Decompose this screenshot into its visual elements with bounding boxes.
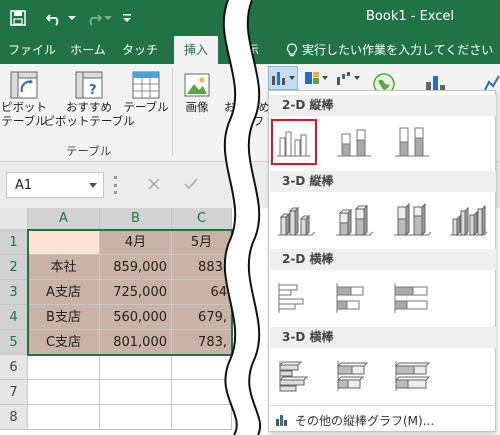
3d-clustered-bar-option[interactable] [273, 353, 319, 399]
3d-stacked-bar-option[interactable] [331, 353, 377, 399]
3d-clustered-column-icon [278, 206, 316, 237]
3d-clustered-bar-icon [278, 361, 309, 392]
column-chart-gallery: 2-D 縦棒 3-D 縦棒 2-D 横棒 3-D 横棒 その他の縦棒グラフ(M)… [268, 90, 496, 432]
3d-stacked-column-option[interactable] [331, 197, 377, 243]
more-column-charts-link[interactable]: その他の縦棒グラフ(M)... [275, 410, 434, 430]
3d-clustered-column-option[interactable] [273, 197, 319, 243]
3d-percent-stacked-bar-option[interactable] [389, 353, 435, 399]
stacked-bar-option[interactable] [331, 275, 377, 321]
3d-percent-stacked-column-option[interactable] [389, 197, 435, 243]
clustered-column-icon [277, 131, 311, 157]
more-column-charts-label: その他の縦棒グラフ(M)... [295, 413, 435, 428]
menu-divider [270, 405, 494, 406]
percent-stacked-bar-option[interactable] [389, 275, 435, 321]
3d-column-icon [450, 204, 488, 237]
percent-stacked-bar-icon [394, 283, 428, 313]
3d-column-option[interactable] [445, 197, 491, 243]
stacked-column-icon [337, 129, 371, 157]
clustered-bar-icon [278, 283, 304, 313]
3d-percent-stacked-bar-icon [394, 361, 431, 391]
3d-percent-stacked-column-icon [394, 203, 432, 237]
clustered-bar-option[interactable] [273, 275, 319, 321]
stacked-column-option[interactable] [331, 119, 377, 165]
section-2d-bar: 2-D 横棒 [270, 249, 496, 270]
column-chart-small-icon [276, 415, 287, 426]
section-2d-column: 2-D 縦棒 [270, 95, 496, 116]
3d-stacked-bar-icon [336, 361, 369, 391]
clustered-column-option[interactable] [271, 119, 317, 165]
section-3d-column: 3-D 縦棒 [270, 171, 496, 192]
3d-stacked-column-icon [336, 204, 374, 237]
stacked-bar-icon [336, 283, 364, 313]
percent-stacked-column-icon [395, 127, 429, 157]
section-3d-bar: 3-D 横棒 [270, 327, 496, 348]
percent-stacked-column-option[interactable] [389, 119, 435, 165]
